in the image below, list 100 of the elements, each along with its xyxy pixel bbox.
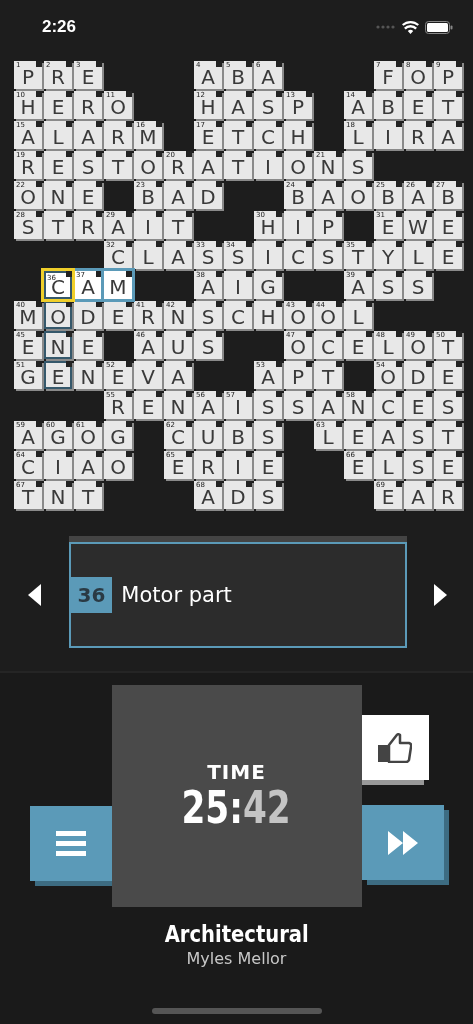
letter-tile[interactable]: E <box>44 91 72 119</box>
letter-tile[interactable]: I <box>284 211 312 239</box>
letter-tile[interactable]: A <box>224 91 252 119</box>
letter-tile[interactable]: M <box>104 271 132 299</box>
letter-tile[interactable]: L <box>344 301 372 329</box>
letter-tile[interactable]: E <box>134 391 162 419</box>
letter-tile[interactable]: T <box>74 481 102 509</box>
letter-tile[interactable]: N <box>44 331 72 359</box>
letter-tile[interactable]: U <box>194 421 222 449</box>
letter-tile[interactable]: R <box>74 91 102 119</box>
letter-tile[interactable]: E <box>254 451 282 479</box>
letter-tile[interactable]: L <box>44 121 72 149</box>
letter-tile[interactable]: H <box>284 121 312 149</box>
letter-tile[interactable]: E <box>44 151 72 179</box>
letter-tile[interactable]: C <box>284 241 312 269</box>
letter-tile[interactable]: L <box>374 451 402 479</box>
letter-tile[interactable]: S <box>434 391 462 419</box>
letter-tile[interactable]: V <box>134 361 162 389</box>
letter-tile[interactable]: S <box>404 421 432 449</box>
letter-tile[interactable]: T <box>314 361 342 389</box>
letter-tile[interactable]: P <box>314 211 342 239</box>
letter-tile[interactable]: A <box>404 481 432 509</box>
letter-tile[interactable]: S <box>254 421 282 449</box>
letter-tile[interactable]: T <box>434 421 462 449</box>
letter-tile[interactable]: G <box>104 421 132 449</box>
letter-tile[interactable]: E <box>74 181 102 209</box>
letter-tile[interactable]: N <box>44 481 72 509</box>
letter-tile[interactable]: G <box>254 271 282 299</box>
letter-tile[interactable]: I <box>224 271 252 299</box>
letter-tile[interactable]: R <box>404 121 432 149</box>
letter-tile[interactable]: B <box>374 91 402 119</box>
letter-tile[interactable]: O <box>134 151 162 179</box>
letter-tile[interactable]: H <box>254 301 282 329</box>
next-arrow-icon[interactable] <box>433 584 447 606</box>
letter-tile[interactable]: E <box>104 301 132 329</box>
letter-tile[interactable]: L <box>134 241 162 269</box>
letter-tile[interactable]: S <box>404 271 432 299</box>
letter-tile[interactable]: A <box>374 421 402 449</box>
letter-tile[interactable]: E <box>404 391 432 419</box>
letter-tile[interactable]: W <box>404 211 432 239</box>
letter-tile[interactable]: A <box>314 391 342 419</box>
letter-tile[interactable]: C <box>314 331 342 359</box>
letter-tile[interactable]: A <box>164 241 192 269</box>
letter-tile[interactable]: T <box>104 151 132 179</box>
letter-tile[interactable]: N <box>74 361 102 389</box>
letter-tile[interactable]: Y <box>374 241 402 269</box>
letter-tile[interactable]: D <box>404 361 432 389</box>
letter-tile[interactable]: C <box>374 391 402 419</box>
letter-tile[interactable]: S <box>254 91 282 119</box>
letter-tile[interactable]: I <box>134 211 162 239</box>
previous-arrow-icon[interactable] <box>28 584 42 606</box>
letter-tile[interactable]: O <box>104 451 132 479</box>
letter-tile[interactable]: I <box>374 121 402 149</box>
letter-tile[interactable]: O <box>344 181 372 209</box>
letter-tile[interactable]: A <box>194 151 222 179</box>
letter-tile[interactable]: A <box>74 451 102 479</box>
letter-tile[interactable]: T <box>44 211 72 239</box>
letter-tile[interactable]: I <box>254 241 282 269</box>
letter-tile[interactable]: S <box>254 481 282 509</box>
letter-tile[interactable]: S <box>74 151 102 179</box>
letter-tile[interactable]: T <box>224 151 252 179</box>
letter-tile[interactable]: D <box>224 481 252 509</box>
letter-tile[interactable]: S <box>404 451 432 479</box>
letter-tile[interactable]: E <box>434 241 462 269</box>
letter-tile[interactable]: T <box>434 91 462 119</box>
letter-tile[interactable]: T <box>224 121 252 149</box>
letter-tile[interactable]: O <box>284 151 312 179</box>
letter-tile[interactable]: L <box>404 241 432 269</box>
letter-tile[interactable]: A <box>434 121 462 149</box>
letter-tile[interactable]: A <box>74 121 102 149</box>
letter-tile[interactable]: E <box>434 451 462 479</box>
letter-tile[interactable]: S <box>374 271 402 299</box>
letter-tile[interactable]: I <box>44 451 72 479</box>
letter-tile[interactable]: E <box>404 91 432 119</box>
letter-tile[interactable]: O <box>44 301 72 329</box>
letter-tile[interactable]: R <box>194 451 222 479</box>
letter-tile[interactable]: C <box>254 121 282 149</box>
letter-tile[interactable]: S <box>284 391 312 419</box>
letter-tile[interactable]: A <box>164 181 192 209</box>
letter-tile[interactable]: N <box>44 181 72 209</box>
letter-tile[interactable]: S <box>254 391 282 419</box>
letter-tile[interactable]: E <box>74 331 102 359</box>
letter-tile[interactable]: I <box>224 451 252 479</box>
letter-tile[interactable]: S <box>314 241 342 269</box>
letter-tile[interactable]: E <box>434 361 462 389</box>
letter-tile[interactable]: R <box>104 121 132 149</box>
letter-tile[interactable]: R <box>74 211 102 239</box>
letter-tile[interactable]: A <box>164 361 192 389</box>
letter-tile[interactable]: R <box>434 481 462 509</box>
letter-tile[interactable]: E <box>44 361 72 389</box>
letter-tile[interactable]: E <box>344 421 372 449</box>
letter-tile[interactable]: D <box>194 181 222 209</box>
letter-tile[interactable]: P <box>284 361 312 389</box>
letter-tile[interactable]: E <box>344 331 372 359</box>
letter-tile[interactable]: N <box>164 391 192 419</box>
letter-tile[interactable]: E <box>434 211 462 239</box>
letter-tile[interactable]: U <box>164 331 192 359</box>
letter-tile[interactable]: B <box>224 421 252 449</box>
letter-tile[interactable]: S <box>194 331 222 359</box>
letter-tile[interactable]: I <box>254 151 282 179</box>
